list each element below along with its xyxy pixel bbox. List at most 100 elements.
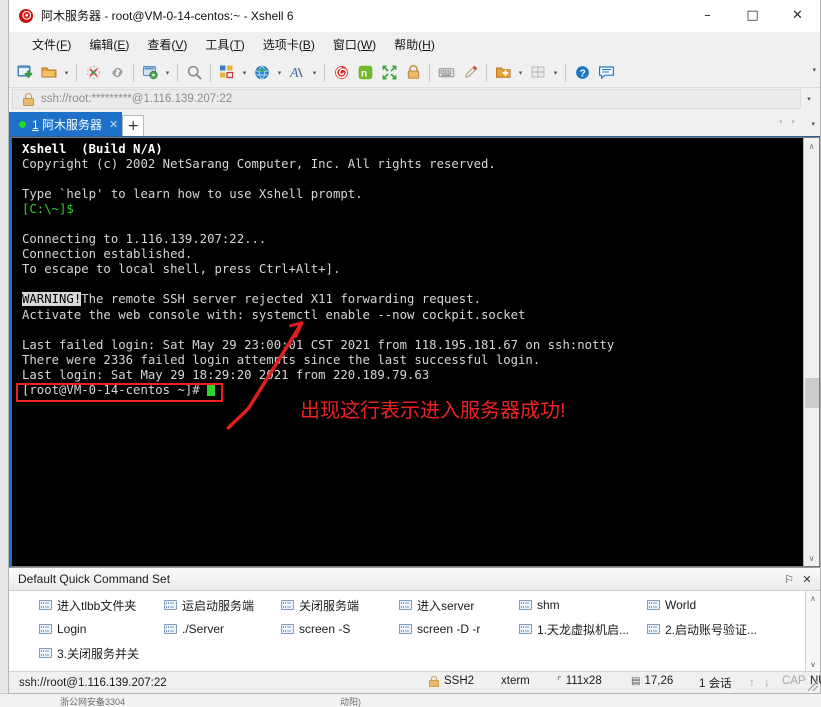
tab-label: 1 阿木服务器 (32, 116, 102, 133)
menu-item-edit[interactable]: 编辑(E) (80, 33, 138, 56)
menu-item-help[interactable]: 帮助(H) (385, 33, 444, 56)
status-size-label: 111x28 (565, 675, 602, 687)
terminal-area: Xshell (Build N/A) Copyright (c) 2002 Ne… (9, 137, 820, 567)
add-to-folder-icon[interactable] (491, 61, 515, 85)
quick-command-item[interactable]: ./Server (164, 619, 224, 639)
terminal-scrollbar[interactable]: ∧ ∨ (803, 138, 819, 566)
tab-close-icon[interactable]: ✕ (109, 118, 118, 131)
split-view-dropdown-icon[interactable]: ▾ (550, 61, 561, 85)
address-dropdown-icon[interactable]: ▾ (801, 95, 817, 103)
quick-command-item[interactable]: 关闭服务端 (281, 595, 359, 615)
toolbar-separator (177, 63, 178, 82)
close-button[interactable]: ✕ (775, 0, 820, 31)
keyboard-icon (281, 600, 294, 610)
layout-arrange-icon[interactable] (215, 61, 239, 85)
fullscreen-icon[interactable] (377, 61, 401, 85)
quick-command-grid: 进入tlbb文件夹 运启动服务端 关闭服务端 进入server shm Worl… (9, 591, 805, 671)
reconnect-link-icon[interactable] (105, 61, 129, 85)
highlight-pen-icon[interactable] (458, 61, 482, 85)
terminal-line: Activate the web console with: systemctl… (22, 307, 526, 322)
menu-label: 工具 (205, 38, 230, 52)
add-to-folder-dropdown-icon[interactable]: ▾ (515, 61, 526, 85)
keyboard-icon (39, 624, 52, 634)
font-style-icon[interactable]: A (285, 61, 309, 85)
session-properties-icon[interactable] (138, 61, 162, 85)
quick-command-item[interactable]: 3.关闭服务并关 (39, 643, 139, 663)
xagent-icon[interactable]: n (353, 61, 377, 85)
new-session-icon[interactable] (13, 61, 37, 85)
quick-command-item[interactable]: 1.天龙虚拟机启... (519, 619, 629, 639)
globe-transfer-icon[interactable] (250, 61, 274, 85)
quick-command-item[interactable]: Login (39, 619, 86, 639)
disconnect-icon[interactable] (81, 61, 105, 85)
menu-item-tools[interactable]: 工具(T) (196, 33, 253, 56)
help-icon[interactable]: ? (570, 61, 594, 85)
xftp-icon[interactable] (329, 61, 353, 85)
menu-label: 查看 (147, 38, 172, 52)
open-folder-dropdown-icon[interactable]: ▾ (61, 61, 72, 85)
toolbar: ▾ ▾ ▾ ▾ A ▾ n ▾ ▾ ? ▾ (9, 58, 820, 88)
terminal-prompt-line: [root@VM-0-14-centos ~]# (22, 383, 803, 398)
title-bar[interactable]: 阿木服务器 - root@VM-0-14-centos:~ - Xshell 6… (9, 0, 820, 32)
tab-list-dropdown-icon[interactable]: ▾ (811, 120, 815, 128)
terminal-line: There were 2336 failed login attempts si… (22, 352, 541, 367)
keyboard-macro-icon[interactable] (434, 61, 458, 85)
quick-command-item[interactable]: 运启动服务端 (164, 595, 254, 615)
toolbar-overflow-icon[interactable]: ▾ (812, 66, 816, 74)
font-style-dropdown-icon[interactable]: ▾ (309, 61, 320, 85)
terminal-scroll-down-icon[interactable]: ∨ (804, 550, 819, 566)
keyboard-icon (399, 600, 412, 610)
maximize-button[interactable]: □ (730, 0, 775, 31)
quick-command-item[interactable]: 2.启动账号验证... (647, 619, 757, 639)
quick-command-item[interactable]: screen -S (281, 619, 350, 639)
layout-arrange-dropdown-icon[interactable]: ▾ (239, 61, 250, 85)
split-view-icon[interactable] (526, 61, 550, 85)
quick-command-item[interactable]: 进入tlbb文件夹 (39, 595, 136, 615)
tab-index: 1 (32, 117, 39, 132)
menu-bar: 文件(F) 编辑(E) 查看(V) 工具(T) 选项卡(B) 窗口(W) 帮助(… (9, 32, 820, 58)
terminal-screen[interactable]: Xshell (Build N/A) Copyright (c) 2002 Ne… (12, 138, 803, 566)
background-item-1: 动阳) (340, 697, 361, 707)
menu-item-file[interactable]: 文件(F) (23, 33, 80, 56)
terminal-scroll-up-icon[interactable]: ∧ (804, 138, 819, 154)
keyboard-icon (164, 600, 177, 610)
quick-command-label: 进入tlbb文件夹 (57, 598, 137, 613)
toolbar-separator (324, 63, 325, 82)
session-properties-dropdown-icon[interactable]: ▾ (162, 61, 173, 85)
quick-command-scroll-up-icon[interactable]: ∧ (806, 591, 820, 605)
quick-command-item[interactable]: World (647, 595, 696, 615)
keyboard-icon (519, 624, 532, 634)
resize-grip-icon[interactable] (808, 681, 818, 691)
terminal-line: Connecting to 1.116.139.207:22... (22, 232, 267, 247)
quick-command-item[interactable]: shm (519, 595, 560, 615)
menu-accel: W (360, 38, 373, 52)
svg-text:n: n (361, 69, 367, 80)
tab-session-1[interactable]: 1 阿木服务器 ✕ (9, 112, 123, 136)
quick-command-item[interactable]: 进入server (399, 595, 474, 615)
quick-command-scroll-down-icon[interactable]: ∨ (806, 657, 820, 671)
new-tab-button[interactable]: + (122, 115, 145, 136)
pin-icon[interactable]: ⚐ (780, 570, 798, 588)
terminal-line: Last failed login: Sat May 29 23:00:01 C… (22, 337, 615, 352)
tab-nav-arrows-icon[interactable]: ‹ › (779, 117, 798, 127)
menu-item-window[interactable]: 窗口(W) (324, 33, 385, 56)
minimize-button[interactable]: – (685, 0, 730, 31)
close-panel-icon[interactable]: ✕ (798, 570, 816, 588)
lock-screen-icon[interactable] (401, 61, 425, 85)
address-input[interactable]: ssh://root:*********@1.116.139.207:22 (12, 89, 801, 109)
menu-item-view[interactable]: 查看(V) (138, 33, 196, 56)
quick-command-scrollbar[interactable]: ∧ ∨ (805, 591, 820, 671)
terminal-scroll-thumb[interactable] (805, 378, 819, 408)
status-terminal-type: xterm (501, 675, 530, 687)
open-folder-icon[interactable] (37, 61, 61, 85)
feedback-icon[interactable] (594, 61, 618, 85)
toolbar-separator (565, 63, 566, 82)
background-left-strip (0, 0, 8, 707)
toolbar-separator (486, 63, 487, 82)
globe-transfer-dropdown-icon[interactable]: ▾ (274, 61, 285, 85)
find-icon[interactable] (182, 61, 206, 85)
quick-command-item[interactable]: screen -D -r (399, 619, 480, 639)
menu-item-tabs[interactable]: 选项卡(B) (254, 33, 324, 56)
